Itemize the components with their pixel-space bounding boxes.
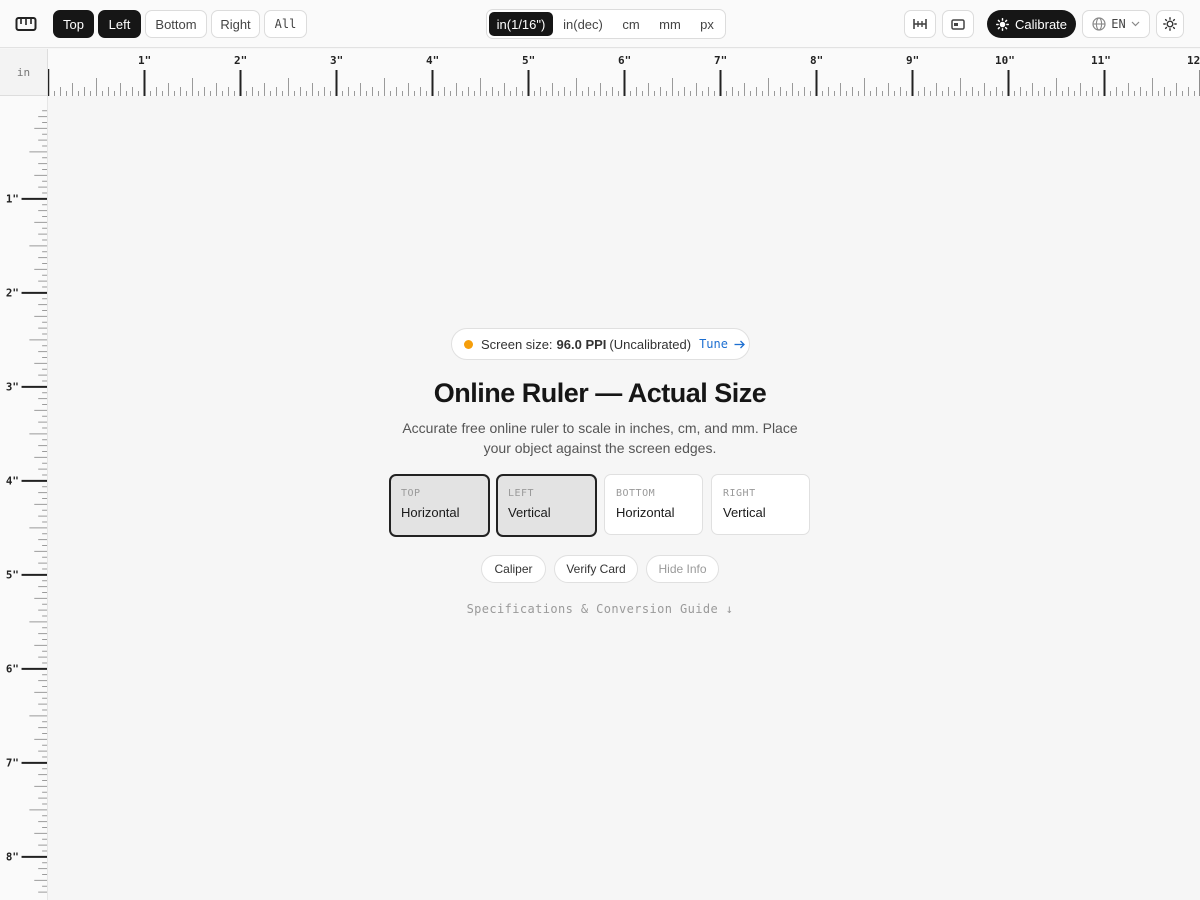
- caliper-tool-button[interactable]: [904, 10, 936, 38]
- calibrate-label: Calibrate: [1014, 16, 1068, 32]
- edge-card-bottom[interactable]: BOTTOM Horizontal: [604, 474, 703, 535]
- caliper-icon: [913, 19, 927, 29]
- left-ruler-label: 6": [6, 662, 19, 675]
- calibrate-button[interactable]: Calibrate: [987, 10, 1076, 38]
- specifications-link[interactable]: Specifications & Conversion Guide ↓: [400, 602, 800, 616]
- edge-card-left[interactable]: LEFT Vertical: [496, 474, 597, 537]
- chevron-down-icon: [1131, 21, 1140, 27]
- card-kicker: RIGHT: [723, 488, 756, 499]
- left-ruler-label: 5": [6, 568, 19, 581]
- left-ruler-label: 4": [6, 474, 19, 487]
- top-ruler-label: 12": [1187, 54, 1200, 67]
- card-label: Vertical: [723, 505, 766, 520]
- edge-right-button[interactable]: Right: [211, 10, 260, 38]
- card-label: Horizontal: [401, 505, 460, 520]
- left-ruler-label: 8": [6, 850, 19, 863]
- card-label: Vertical: [508, 505, 551, 520]
- left-ruler-label: 2": [6, 286, 19, 299]
- ruler-unit-label: in: [0, 49, 48, 96]
- ppi-value: 96.0 PPI: [556, 336, 607, 352]
- top-ruler-label: 10": [995, 54, 1015, 67]
- screen-size-indicator: Screen size: 96.0 PPI (Uncalibrated) Tun…: [451, 328, 750, 360]
- hide-info-button[interactable]: Hide Info: [646, 555, 719, 583]
- top-ruler-label: 9": [906, 54, 919, 67]
- edge-card-right[interactable]: RIGHT Vertical: [711, 474, 810, 535]
- top-ruler-label: 4": [426, 54, 439, 67]
- unit-in-fraction[interactable]: in(1/16"): [489, 12, 553, 36]
- unit-cm[interactable]: cm: [613, 12, 649, 36]
- tune-label: Tune: [699, 337, 728, 351]
- language-selector[interactable]: EN: [1082, 10, 1150, 38]
- unit-mm[interactable]: mm: [651, 12, 689, 36]
- card-kicker: BOTTOM: [616, 488, 656, 499]
- card-kicker: LEFT: [508, 488, 535, 499]
- unit-in-decimal[interactable]: in(dec): [555, 12, 611, 36]
- left-ruler[interactable]: 1" 2" 3" 4" 5" 6" 7" 8": [0, 96, 48, 900]
- unit-selector: in(1/16") in(dec) cm mm px: [486, 9, 726, 39]
- edge-card-top[interactable]: TOP Horizontal: [389, 474, 490, 537]
- language-label: EN: [1111, 17, 1126, 31]
- tune-link[interactable]: Tune: [699, 337, 745, 351]
- edge-bottom-button[interactable]: Bottom: [145, 10, 207, 38]
- left-ruler-label: 3": [6, 380, 19, 393]
- top-ruler-label: 6": [618, 54, 631, 67]
- arrow-right-icon: [734, 340, 745, 348]
- edge-top-button[interactable]: Top: [53, 10, 94, 38]
- top-ruler-label: 11": [1091, 54, 1111, 67]
- theme-toggle-button[interactable]: [1156, 10, 1184, 38]
- top-ruler[interactable]: 1" 2" 3" 4" 5" 6" 7" 8" 9" 10" 11" 12": [48, 49, 1200, 96]
- caliper-button[interactable]: Caliper: [481, 555, 546, 583]
- page-title: Online Ruler — Actual Size: [433, 378, 767, 408]
- toolbar: Top Left Bottom Right All in(1/16") in(d…: [0, 0, 1200, 48]
- top-ruler-label: 5": [522, 54, 535, 67]
- card-label: Horizontal: [616, 505, 675, 520]
- screen-size-prefix: Screen size:: [481, 336, 553, 352]
- card-icon: [951, 18, 965, 30]
- top-ruler-label: 1": [138, 54, 151, 67]
- calibration-status: (Uncalibrated): [609, 336, 692, 352]
- calibration-status-dot: [464, 339, 473, 349]
- edge-left-button[interactable]: Left: [98, 10, 141, 38]
- unit-px[interactable]: px: [691, 12, 723, 36]
- sun-icon: [995, 17, 1009, 31]
- left-ruler-label: 1": [6, 192, 19, 205]
- sun-icon: [1163, 17, 1177, 31]
- top-ruler-label: 2": [234, 54, 247, 67]
- top-ruler-label: 8": [810, 54, 823, 67]
- globe-icon: [1092, 17, 1106, 31]
- ruler-icon[interactable]: [15, 14, 37, 34]
- card-kicker: TOP: [401, 488, 421, 499]
- top-ruler-label: 7": [714, 54, 727, 67]
- left-ruler-label: 7": [6, 756, 19, 769]
- card-tool-button[interactable]: [942, 10, 974, 38]
- verify-card-button[interactable]: Verify Card: [554, 555, 638, 583]
- top-ruler-label: 3": [330, 54, 343, 67]
- edge-all-button[interactable]: All: [264, 10, 307, 38]
- page-subtitle: Accurate free online ruler to scale in i…: [402, 420, 798, 456]
